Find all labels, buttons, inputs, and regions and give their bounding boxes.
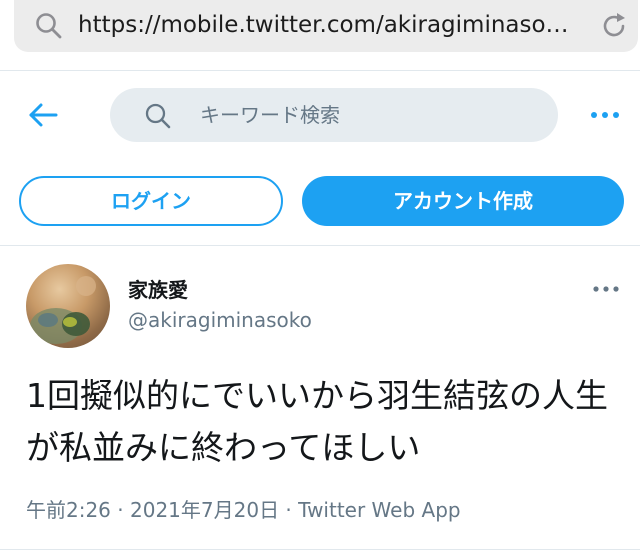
address-bar[interactable]: https://mobile.twitter.com/akiragiminaso…: [14, 0, 638, 52]
search-icon: [36, 13, 62, 39]
tweet-time[interactable]: 午前2:26: [26, 498, 111, 522]
tweet-source[interactable]: Twitter Web App: [298, 498, 460, 522]
avatar[interactable]: [26, 264, 110, 348]
login-button[interactable]: ログイン: [19, 176, 283, 226]
divider: [0, 70, 640, 71]
tweet-text: 1回擬似的にでいいから羽生結弦の人生が私並みに終わってほしい: [26, 376, 608, 467]
divider: [0, 549, 640, 550]
meta-separator: ·: [110, 498, 130, 522]
meta-separator: ·: [279, 498, 299, 522]
url-text[interactable]: https://mobile.twitter.com/akiragiminaso…: [78, 10, 578, 40]
divider: [0, 245, 640, 246]
reload-icon[interactable]: [598, 10, 630, 42]
back-arrow-icon[interactable]: [26, 98, 60, 132]
tweet-date[interactable]: 2021年7月20日: [130, 498, 279, 522]
search-box[interactable]: [110, 88, 558, 142]
browser-chrome: https://mobile.twitter.com/akiragiminaso…: [0, 0, 640, 70]
avatar-image: [30, 276, 96, 344]
more-icon[interactable]: [588, 102, 622, 128]
user-handle[interactable]: @akiragiminasoko: [128, 308, 312, 332]
display-name[interactable]: 家族愛: [128, 274, 188, 303]
signup-button[interactable]: アカウント作成: [302, 176, 624, 226]
search-input[interactable]: [200, 97, 530, 133]
search-icon: [145, 103, 171, 129]
more-icon[interactable]: [590, 280, 622, 298]
tweet-meta: 午前2:26 · 2021年7月20日 · Twitter Web App: [26, 494, 461, 523]
